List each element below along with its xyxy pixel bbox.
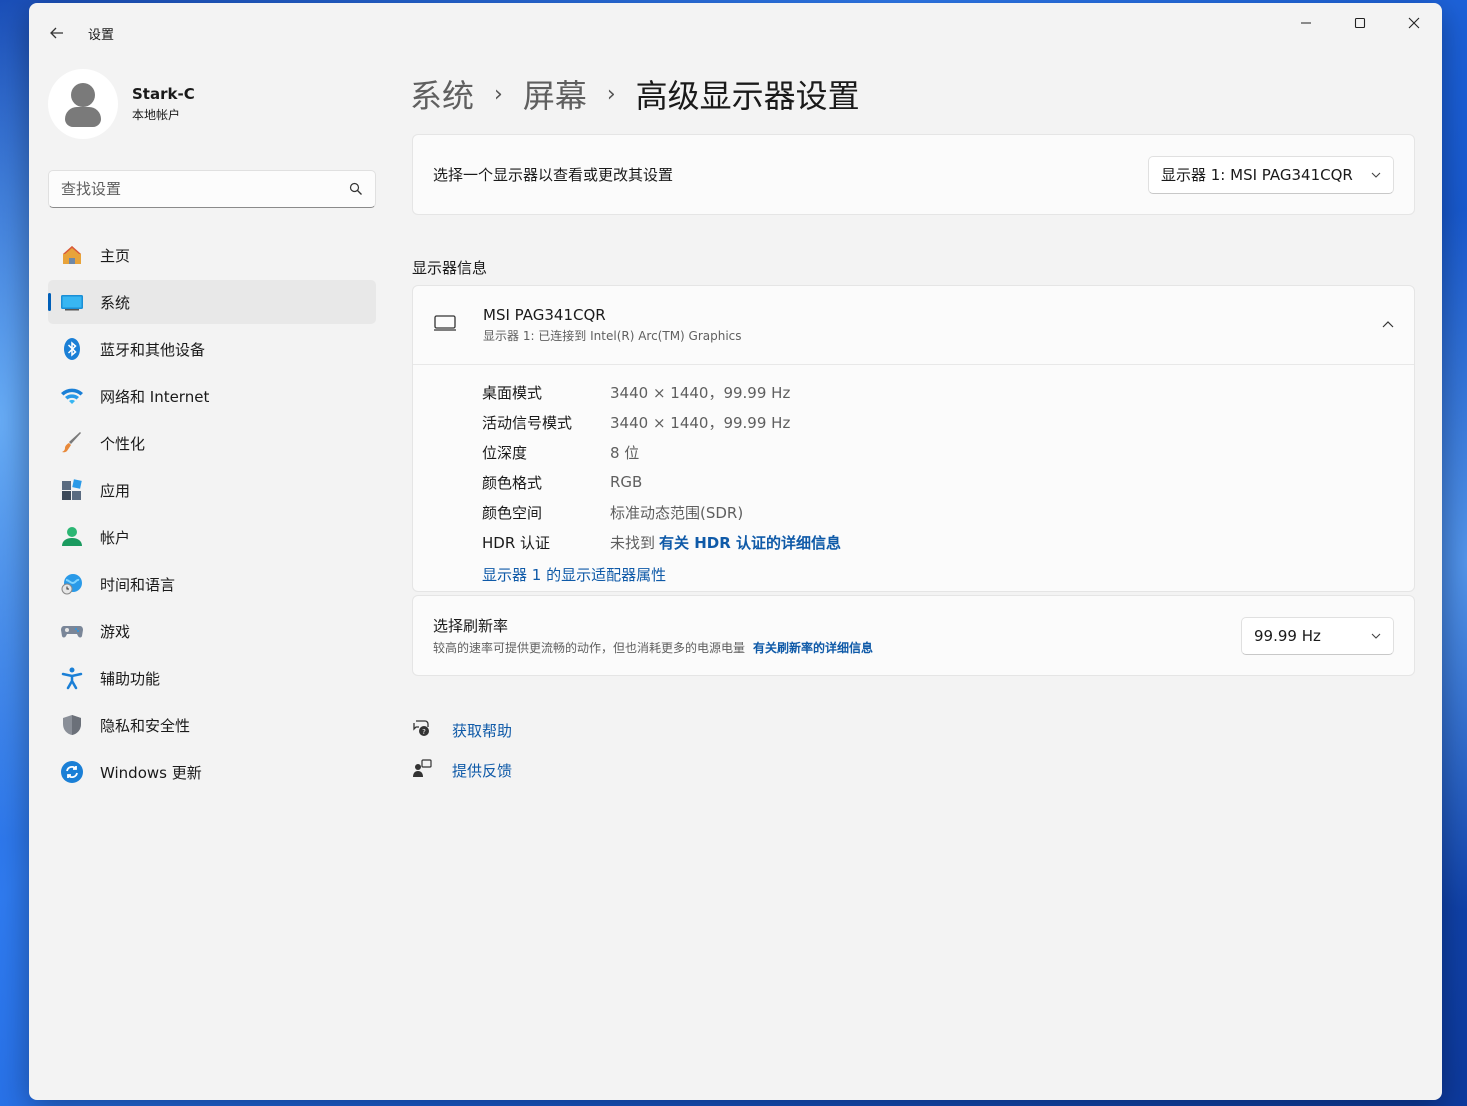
sidebar-item-windows-update[interactable]: Windows 更新 bbox=[48, 750, 376, 794]
search-icon bbox=[349, 182, 362, 195]
help-section: ? 获取帮助 提供反馈 bbox=[412, 711, 512, 791]
avatar bbox=[48, 69, 118, 139]
hdr-info-link[interactable]: 有关 HDR 认证的详细信息 bbox=[659, 532, 841, 553]
info-row-color-space: 颜色空间 标准动态范围(SDR) bbox=[482, 503, 744, 522]
shield-icon bbox=[60, 713, 84, 737]
refresh-rate-dropdown[interactable]: 99.99 Hz bbox=[1241, 616, 1394, 655]
refresh-rate-value: 99.99 Hz bbox=[1254, 626, 1321, 645]
display-info-card: MSI PAG341CQR 显示器 1: 已连接到 Intel(R) Arc(T… bbox=[412, 285, 1415, 592]
paintbrush-icon bbox=[60, 431, 84, 455]
profile-name: Stark-C bbox=[132, 85, 195, 103]
chevron-up-icon[interactable] bbox=[1382, 319, 1394, 331]
breadcrumb-display[interactable]: 屏幕 bbox=[523, 71, 587, 117]
update-icon bbox=[60, 760, 84, 784]
app-title: 设置 bbox=[88, 28, 115, 43]
display-info-header[interactable]: MSI PAG341CQR 显示器 1: 已连接到 Intel(R) Arc(T… bbox=[413, 286, 1414, 365]
info-row-color-format: 颜色格式 RGB bbox=[482, 473, 643, 492]
chevron-right-icon: › bbox=[606, 81, 616, 107]
info-row-bit-depth: 位深度 8 位 bbox=[482, 443, 640, 462]
gamepad-icon bbox=[60, 619, 84, 643]
refresh-rate-description: 较高的速率可提供更流畅的动作，但也消耗更多的电源电量 有关刷新率的详细信息 bbox=[433, 641, 874, 655]
monitor-select-card: 选择一个显示器以查看或更改其设置 显示器 1: MSI PAG341CQR bbox=[412, 134, 1415, 215]
sidebar-item-accounts[interactable]: 帐户 bbox=[48, 515, 376, 559]
info-row-active-signal: 活动信号模式 3440 × 1440，99.99 Hz bbox=[482, 413, 791, 432]
page-title: 高级显示器设置 bbox=[635, 77, 860, 115]
feedback-link[interactable]: 提供反馈 bbox=[412, 751, 512, 789]
back-arrow-icon bbox=[50, 27, 63, 39]
sidebar-item-label: 网络和 Internet bbox=[100, 387, 210, 406]
sidebar-item-label: 时间和语言 bbox=[100, 575, 176, 594]
settings-window: 设置 Stark-C 本地帐户 主页 bbox=[29, 3, 1442, 1100]
refresh-rate-info-link[interactable]: 有关刷新率的详细信息 bbox=[753, 641, 873, 655]
sidebar-item-label: 游戏 bbox=[100, 622, 131, 641]
get-help-link[interactable]: ? 获取帮助 bbox=[412, 711, 512, 749]
system-display-icon bbox=[60, 290, 84, 314]
sidebar-item-label: 帐户 bbox=[100, 528, 131, 547]
title-bar: 设置 bbox=[29, 3, 1442, 55]
sidebar-item-label: 蓝牙和其他设备 bbox=[100, 340, 206, 359]
breadcrumb-system[interactable]: 系统 bbox=[410, 71, 474, 117]
sidebar-item-personalization[interactable]: 个性化 bbox=[48, 421, 376, 465]
svg-text:?: ? bbox=[422, 728, 426, 736]
sidebar-item-label: 隐私和安全性 bbox=[100, 716, 191, 735]
user-profile[interactable]: Stark-C 本地帐户 bbox=[48, 69, 195, 139]
account-icon bbox=[60, 525, 84, 549]
monitor-select-value: 显示器 1: MSI PAG341CQR bbox=[1161, 166, 1353, 184]
sidebar-nav: 主页 系统 蓝牙和其他设备 网络和 Internet 个性化 应用 帐户 时间和… bbox=[48, 233, 376, 797]
bluetooth-icon bbox=[60, 337, 84, 361]
section-title: 显示器信息 bbox=[412, 259, 488, 277]
search-box[interactable] bbox=[48, 170, 376, 208]
display-info-rows: 桌面模式 3440 × 1440，99.99 Hz 活动信号模式 3440 × … bbox=[413, 365, 1414, 589]
feedback-icon bbox=[412, 758, 432, 782]
maximize-icon bbox=[1354, 17, 1366, 29]
info-row-hdr: HDR 认证 未找到 有关 HDR 认证的详细信息 bbox=[482, 532, 842, 553]
accessibility-icon bbox=[60, 666, 84, 690]
sidebar-item-time-language[interactable]: 时间和语言 bbox=[48, 562, 376, 606]
sidebar-item-home[interactable]: 主页 bbox=[48, 233, 376, 277]
monitor-select-dropdown[interactable]: 显示器 1: MSI PAG341CQR bbox=[1148, 155, 1394, 194]
sidebar-item-label: Windows 更新 bbox=[100, 763, 202, 782]
refresh-rate-card: 选择刷新率 较高的速率可提供更流畅的动作，但也消耗更多的电源电量 有关刷新率的详细… bbox=[412, 595, 1415, 676]
wifi-icon bbox=[60, 384, 84, 408]
sidebar-item-gaming[interactable]: 游戏 bbox=[48, 609, 376, 653]
close-icon bbox=[1408, 17, 1420, 29]
sidebar-item-label: 系统 bbox=[100, 293, 131, 312]
maximize-button[interactable] bbox=[1337, 7, 1383, 39]
minimize-icon bbox=[1301, 22, 1311, 24]
sidebar-item-label: 主页 bbox=[100, 246, 131, 265]
sidebar-item-system[interactable]: 系统 bbox=[48, 280, 376, 324]
sidebar-item-accessibility[interactable]: 辅助功能 bbox=[48, 656, 376, 700]
help-chat-icon: ? bbox=[412, 718, 432, 742]
minimize-button[interactable] bbox=[1283, 7, 1329, 39]
sidebar-item-label: 辅助功能 bbox=[100, 669, 161, 688]
sidebar-item-label: 个性化 bbox=[100, 434, 146, 453]
sidebar-item-bluetooth[interactable]: 蓝牙和其他设备 bbox=[48, 327, 376, 371]
back-button[interactable] bbox=[43, 19, 71, 47]
chevron-down-icon bbox=[1371, 172, 1381, 178]
chevron-right-icon: › bbox=[494, 81, 503, 107]
refresh-rate-title: 选择刷新率 bbox=[433, 617, 509, 635]
monitor-icon bbox=[433, 313, 461, 338]
sidebar-item-privacy[interactable]: 隐私和安全性 bbox=[48, 703, 376, 747]
sidebar-item-apps[interactable]: 应用 bbox=[48, 468, 376, 512]
profile-account-type: 本地帐户 bbox=[132, 108, 181, 122]
sidebar-item-label: 应用 bbox=[100, 481, 131, 500]
globe-clock-icon bbox=[60, 572, 84, 596]
monitor-name: MSI PAG341CQR bbox=[483, 306, 606, 324]
monitor-connection: 显示器 1: 已连接到 Intel(R) Arc(TM) Graphics bbox=[483, 329, 742, 343]
adapter-properties-link[interactable]: 显示器 1 的显示适配器属性 bbox=[482, 559, 1414, 589]
apps-icon bbox=[60, 478, 84, 502]
chevron-down-icon bbox=[1371, 633, 1381, 639]
breadcrumb: 系统 › 屏幕 › 高级显示器设置 bbox=[410, 71, 860, 117]
home-icon bbox=[60, 243, 84, 267]
sidebar-item-network[interactable]: 网络和 Internet bbox=[48, 374, 376, 418]
info-row-desktop-mode: 桌面模式 3440 × 1440，99.99 Hz bbox=[482, 383, 791, 402]
monitor-select-label: 选择一个显示器以查看或更改其设置 bbox=[433, 166, 674, 184]
search-input[interactable] bbox=[61, 180, 349, 198]
close-button[interactable] bbox=[1391, 7, 1437, 39]
